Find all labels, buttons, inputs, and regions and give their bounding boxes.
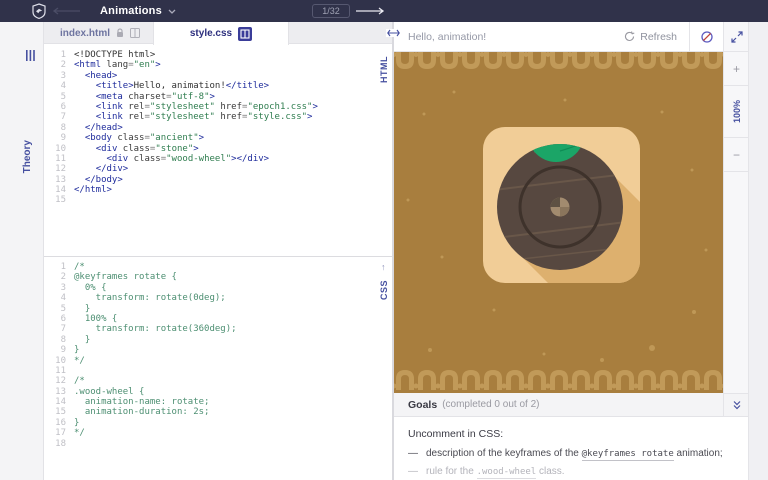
code-line[interactable]: 9} xyxy=(44,345,392,355)
code-line[interactable]: 12/* xyxy=(44,376,392,386)
css-editor[interactable]: 1/* 2 @keyframes rotate {3 0% {4 transform… xyxy=(44,256,392,480)
expand-icon xyxy=(730,30,743,43)
code-line[interactable]: 17 */ xyxy=(44,428,392,438)
code-line[interactable]: 5 <meta charset="utf-8"> xyxy=(44,92,392,102)
goals-panel: Uncomment in CSS: — description of the ke… xyxy=(394,417,748,480)
code-line[interactable]: 6 100% { xyxy=(44,314,392,324)
code-line[interactable]: 7 transform: rotate(360deg); xyxy=(44,324,392,334)
goals-bar[interactable]: Goals (completed 0 out of 2) xyxy=(394,393,723,417)
html-pane-label: HTML xyxy=(379,56,389,83)
preview-stage xyxy=(394,52,723,393)
code-line[interactable]: 4 transform: rotate(0deg); xyxy=(44,293,392,303)
preview-controls-strip: + 100% − xyxy=(723,22,749,417)
tab-index-html[interactable]: index.html xyxy=(60,22,141,44)
code-line[interactable]: 14 animation-name: rotate; xyxy=(44,397,392,407)
code-line[interactable]: 3 <head> xyxy=(44,71,392,81)
tab-index-html-label: index.html xyxy=(60,27,111,39)
lock-icon xyxy=(117,28,124,37)
ornament-border-bottom xyxy=(394,367,723,393)
course-dropdown[interactable]: Animations xyxy=(100,0,176,22)
code-line[interactable]: 8 } xyxy=(44,335,392,345)
code-line[interactable]: 15 animation-duration: 2s; xyxy=(44,407,392,417)
circle-slash-icon xyxy=(700,30,713,43)
code-line[interactable]: 12 </div> xyxy=(44,164,392,174)
fullscreen-button[interactable] xyxy=(724,22,749,52)
theory-button[interactable]: Theory xyxy=(22,140,33,173)
collapse-goals-button[interactable] xyxy=(724,393,749,417)
code-line[interactable]: 4 <title>Hello, animation!</title> xyxy=(44,81,392,91)
split-view-icon[interactable] xyxy=(130,28,141,38)
forward-arrow-icon[interactable] xyxy=(355,7,385,15)
code-line[interactable]: 11 xyxy=(44,366,392,376)
goals-instruction: Uncomment in CSS: xyxy=(408,428,504,440)
code-line[interactable]: 1 <!DOCTYPE html> xyxy=(44,50,392,60)
code-line[interactable]: 2 @keyframes rotate { xyxy=(44,272,392,282)
code-line[interactable]: 18 xyxy=(44,439,392,449)
code-line[interactable]: 8 </head> xyxy=(44,123,392,133)
css-pane-label: CSS xyxy=(379,280,389,301)
code-line[interactable]: 5 } xyxy=(44,304,392,314)
editor-tab-bar: index.html style.css xyxy=(44,22,392,45)
back-arrow-icon[interactable] xyxy=(52,7,80,15)
code-line[interactable]: 14 </html> xyxy=(44,185,392,195)
scene-illustration xyxy=(394,52,723,393)
lesson-progress-badge: 1/32 xyxy=(312,4,350,18)
zoom-in-button[interactable]: + xyxy=(724,52,749,86)
tab-style-css-label: style.css xyxy=(189,28,233,39)
disable-styles-button[interactable] xyxy=(689,21,723,52)
code-line[interactable]: 1/* xyxy=(44,262,392,272)
zoom-level[interactable]: 100% xyxy=(724,86,749,138)
goals-title: Goals xyxy=(408,398,438,411)
goal-item: — description of the keyframes of the @ke… xyxy=(408,448,723,461)
code-line[interactable]: 13 .wood-wheel { xyxy=(44,387,392,397)
code-line[interactable]: 13 </body> xyxy=(44,175,392,185)
refresh-icon xyxy=(625,31,635,42)
code-line[interactable]: 15 xyxy=(44,195,392,205)
chevron-down-icon xyxy=(168,9,176,14)
code-line[interactable]: 11 <div class="wood-wheel"></div> xyxy=(44,154,392,164)
tab-style-css[interactable]: style.css xyxy=(153,22,289,45)
goal-item: — rule for the .wood-wheel class. xyxy=(408,466,565,479)
left-sidebar: Theory xyxy=(0,22,44,480)
code-line[interactable]: 10 */ xyxy=(44,356,392,366)
split-view-active-icon[interactable] xyxy=(238,26,253,41)
ornament-border-top xyxy=(394,52,723,75)
resize-horizontal-icon[interactable] xyxy=(386,29,401,37)
app-window: Animations 1/32 Theory index.html style.… xyxy=(0,0,768,480)
chevrons-down-icon xyxy=(733,401,740,410)
refresh-button[interactable]: Refresh xyxy=(612,22,689,52)
preview-header: Hello, animation! Refresh xyxy=(394,21,723,52)
code-line[interactable]: 2 <html lang="en"> xyxy=(44,60,392,70)
logo-shield-icon[interactable] xyxy=(31,3,47,19)
preview-page-title: Hello, animation! xyxy=(408,30,487,43)
arrow-up-icon[interactable]: ↑ xyxy=(381,262,386,272)
course-title-label: Animations xyxy=(100,5,162,17)
code-line[interactable]: 10 <div class="stone"> xyxy=(44,144,392,154)
zoom-out-button[interactable]: − xyxy=(724,138,749,172)
goals-progress: (completed 0 out of 2) xyxy=(442,399,540,410)
right-gutter xyxy=(748,22,768,480)
menu-icon[interactable] xyxy=(26,50,35,61)
html-editor[interactable]: 1 <!DOCTYPE html> 2 <html lang="en"> 3 <head… xyxy=(44,45,392,256)
code-line[interactable]: 6 <link rel="stylesheet" href="epoch1.cs… xyxy=(44,102,392,112)
refresh-label: Refresh xyxy=(640,30,677,43)
code-line[interactable]: 16} xyxy=(44,418,392,428)
top-bar: Animations 1/32 xyxy=(0,0,768,22)
code-line[interactable]: 7 <link rel="stylesheet" href="style.css… xyxy=(44,112,392,122)
code-line[interactable]: 3 0% { xyxy=(44,283,392,293)
code-line[interactable]: 9 <body class="ancient"> xyxy=(44,133,392,143)
